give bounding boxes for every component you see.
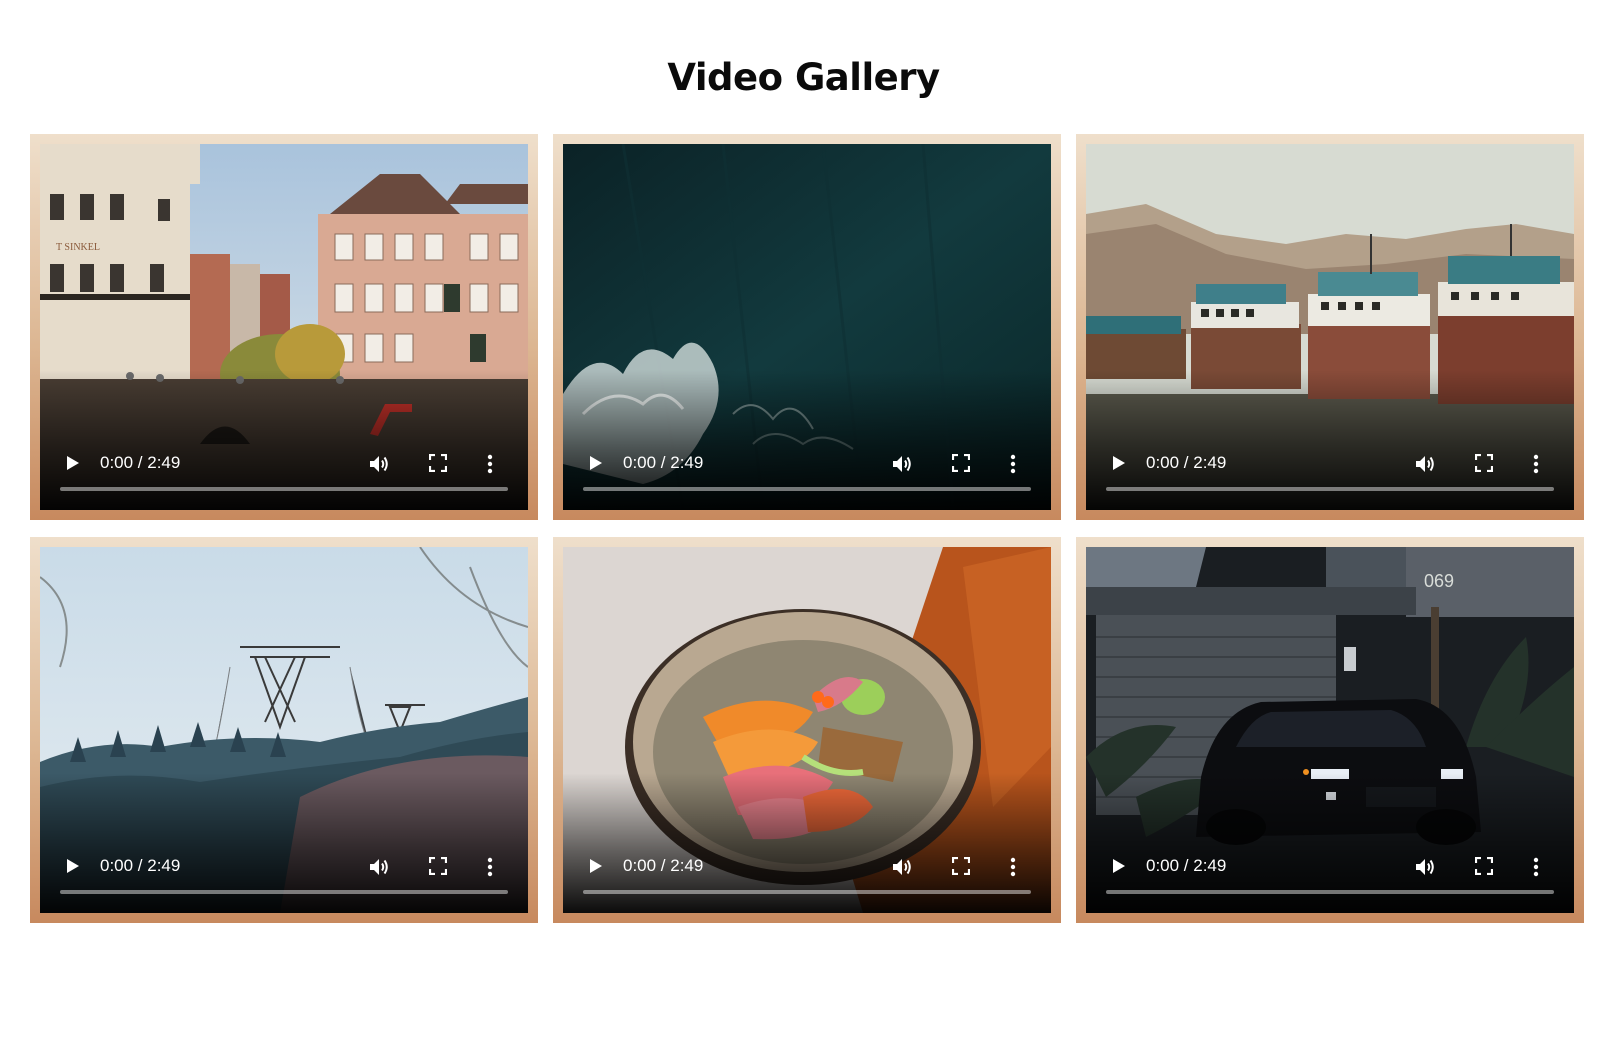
play-button[interactable]	[1106, 854, 1130, 878]
time-display: 0:00 / 2:49	[623, 856, 704, 875]
play-button[interactable]	[60, 451, 84, 475]
fullscreen-icon	[1475, 454, 1493, 472]
video-player[interactable]: 0:00 / 2:49	[563, 547, 1051, 913]
mute-button[interactable]	[366, 854, 392, 880]
mute-button[interactable]	[889, 854, 915, 880]
progress-bar[interactable]	[1106, 890, 1554, 894]
fullscreen-button[interactable]	[1473, 855, 1495, 877]
mute-button[interactable]	[1412, 451, 1438, 477]
volume-icon	[1416, 456, 1434, 472]
video-card: 069 0:00 / 2:49	[1076, 537, 1584, 923]
time-display: 0:00 / 2:49	[100, 856, 181, 875]
progress-bar[interactable]	[60, 890, 508, 894]
play-icon	[590, 859, 602, 873]
video-card: 0:00 / 2:49	[553, 537, 1061, 923]
house-number: 069	[1424, 571, 1454, 591]
video-card: 0:00 / 2:49	[1076, 134, 1584, 520]
page-title: Video Gallery	[667, 56, 940, 99]
more-options-button[interactable]	[480, 451, 500, 477]
fullscreen-icon	[1475, 857, 1493, 875]
play-button[interactable]	[583, 854, 607, 878]
progress-bar[interactable]	[583, 487, 1031, 491]
play-button[interactable]	[583, 451, 607, 475]
time-display: 0:00 / 2:49	[1146, 856, 1227, 875]
video-player[interactable]: 0:00 / 2:49	[1086, 144, 1574, 510]
more-vertical-icon	[487, 857, 493, 877]
volume-icon	[370, 456, 388, 472]
progress-bar[interactable]	[583, 890, 1031, 894]
video-player[interactable]: 069 0:00 / 2:49	[1086, 547, 1574, 913]
progress-bar[interactable]	[60, 487, 508, 491]
volume-icon	[893, 859, 911, 875]
mute-button[interactable]	[366, 451, 392, 477]
fullscreen-button[interactable]	[950, 855, 972, 877]
volume-icon	[1416, 859, 1434, 875]
time-display: 0:00 / 2:49	[1146, 453, 1227, 472]
more-vertical-icon	[1010, 857, 1016, 877]
fullscreen-icon	[952, 454, 970, 472]
video-player[interactable]: T SINKEL 0:00 / 2:49	[40, 144, 528, 510]
more-vertical-icon	[487, 454, 493, 474]
video-card: T SINKEL 0:00 / 2:49	[30, 134, 538, 520]
play-icon	[1113, 859, 1125, 873]
fullscreen-icon	[952, 857, 970, 875]
video-card: 0:00 / 2:49	[553, 134, 1061, 520]
video-controls: 0:00 / 2:49	[1086, 430, 1574, 510]
play-icon	[590, 456, 602, 470]
mute-button[interactable]	[1412, 854, 1438, 880]
video-player[interactable]: 0:00 / 2:49	[40, 547, 528, 913]
play-icon	[67, 859, 79, 873]
more-options-button[interactable]	[1003, 451, 1023, 477]
volume-icon	[370, 859, 388, 875]
play-button[interactable]	[60, 854, 84, 878]
more-options-button[interactable]	[1003, 854, 1023, 880]
video-controls: 0:00 / 2:49	[563, 833, 1051, 913]
volume-icon	[893, 456, 911, 472]
more-vertical-icon	[1533, 857, 1539, 877]
more-options-button[interactable]	[480, 854, 500, 880]
time-display: 0:00 / 2:49	[623, 453, 704, 472]
video-controls: 0:00 / 2:49	[563, 430, 1051, 510]
video-controls: 0:00 / 2:49	[40, 430, 528, 510]
fullscreen-button[interactable]	[427, 452, 449, 474]
building-sign: T SINKEL	[56, 242, 100, 253]
fullscreen-button[interactable]	[427, 855, 449, 877]
video-card: 0:00 / 2:49	[30, 537, 538, 923]
more-vertical-icon	[1010, 454, 1016, 474]
video-grid: T SINKEL 0:00 / 2:49 0:00 / 2:49 0:00 / …	[30, 134, 1584, 923]
more-options-button[interactable]	[1526, 854, 1546, 880]
play-icon	[1113, 456, 1125, 470]
time-display: 0:00 / 2:49	[100, 453, 181, 472]
video-controls: 0:00 / 2:49	[40, 833, 528, 913]
fullscreen-button[interactable]	[1473, 452, 1495, 474]
mute-button[interactable]	[889, 451, 915, 477]
more-options-button[interactable]	[1526, 451, 1546, 477]
video-controls: 0:00 / 2:49	[1086, 833, 1574, 913]
progress-bar[interactable]	[1106, 487, 1554, 491]
fullscreen-button[interactable]	[950, 452, 972, 474]
more-vertical-icon	[1533, 454, 1539, 474]
fullscreen-icon	[429, 857, 447, 875]
play-icon	[67, 456, 79, 470]
video-player[interactable]: 0:00 / 2:49	[563, 144, 1051, 510]
play-button[interactable]	[1106, 451, 1130, 475]
fullscreen-icon	[429, 454, 447, 472]
